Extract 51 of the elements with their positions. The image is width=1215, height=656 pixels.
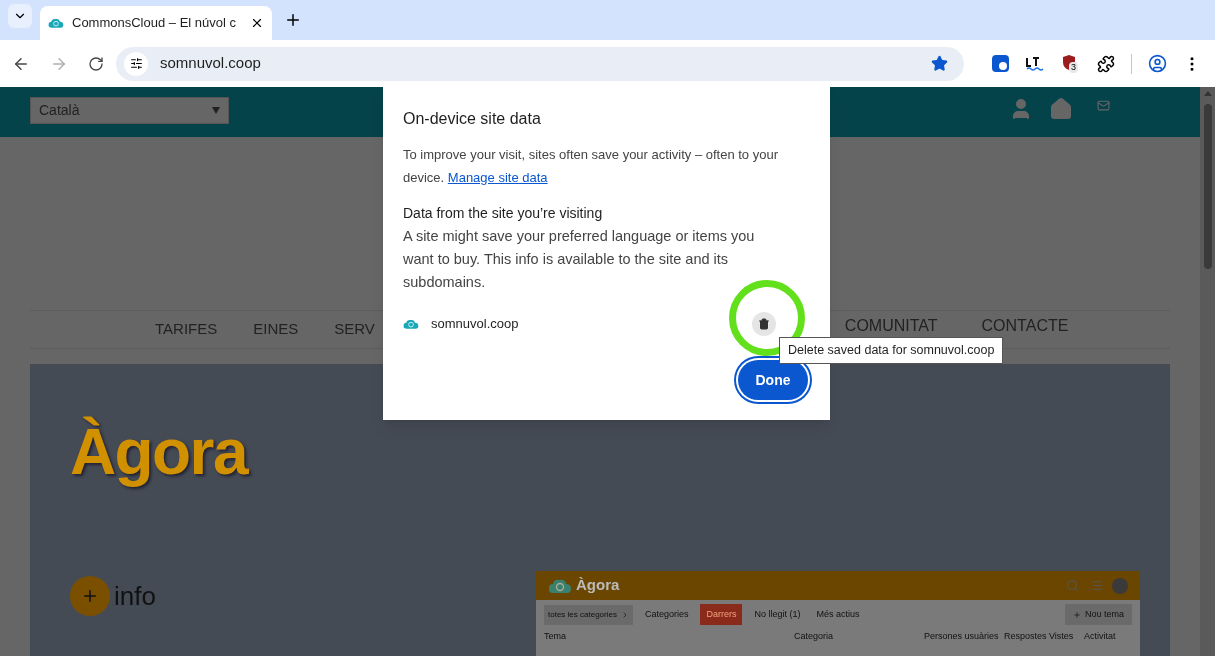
reload-icon[interactable] <box>88 55 104 72</box>
site-favicon <box>48 17 64 29</box>
dialog-title: On-device site data <box>403 109 542 129</box>
manage-site-data-link[interactable]: Manage site data <box>447 170 548 185</box>
category-filter[interactable]: totes les categories <box>544 604 633 625</box>
url-text: somnuvol.coop <box>160 53 262 74</box>
section-text: A site might save your preferred language or items you want to buy. This info is available to the site and its subdomains. <box>403 227 756 292</box>
tab-title: CommonsCloud – El núvol c <box>72 14 238 33</box>
site-name: somnuvol.coop <box>431 315 520 334</box>
scrollbar[interactable] <box>1200 87 1215 656</box>
nav-link[interactable]: TARIFES <box>155 318 218 341</box>
bookmark-star-icon[interactable] <box>931 55 948 72</box>
column-header: Vistes <box>1049 630 1075 644</box>
column-header: Categoria <box>794 630 835 644</box>
extension-icon[interactable] <box>1025 55 1045 72</box>
info-link[interactable]: info <box>114 576 156 616</box>
plus-icon <box>81 587 99 605</box>
trash-icon <box>758 318 770 330</box>
browser-tab[interactable]: CommonsCloud – El núvol c <box>40 6 272 40</box>
nav-link[interactable]: COMUNITAT <box>844 313 938 338</box>
forum-tab[interactable]: Categories <box>640 603 693 626</box>
language-select[interactable]: Català <box>30 97 229 124</box>
tooltip: Delete saved data for somnuvol.coop <box>779 337 1004 364</box>
column-header: Respostes <box>1004 630 1048 644</box>
new-topic-button[interactable]: Nou tema <box>1064 603 1132 626</box>
nav-link[interactable]: SERV <box>334 318 375 341</box>
column-header: Activitat <box>1084 630 1114 644</box>
extension-badge: 3 <box>1069 61 1078 73</box>
tab-list-button[interactable] <box>8 4 32 28</box>
forum-tab[interactable]: Darrers <box>700 603 743 626</box>
column-header: Tema <box>544 630 567 644</box>
forum-tab[interactable]: No llegit (1) <box>750 603 805 626</box>
column-header: Persones usuàries <box>924 630 1000 644</box>
close-icon[interactable] <box>250 16 264 30</box>
new-tab-icon[interactable] <box>284 11 302 29</box>
nav-link[interactable]: EINES <box>253 318 299 341</box>
nav-link[interactable]: CONTACTE <box>981 313 1069 338</box>
section-title: Data from the site you’re visiting <box>403 204 604 223</box>
dropdown-arrow-icon <box>212 107 220 114</box>
plus-icon <box>1072 610 1081 619</box>
forum-tab[interactable]: Més actius <box>812 603 864 626</box>
profile-icon[interactable] <box>1148 54 1167 73</box>
extensions-icon[interactable] <box>1097 54 1115 73</box>
extension-icon[interactable] <box>992 55 1009 72</box>
site-info-icon[interactable] <box>129 57 143 70</box>
logo-icon <box>548 577 572 594</box>
address-bar[interactable]: somnuvol.coop <box>116 46 964 81</box>
delete-button[interactable] <box>752 312 776 336</box>
dialog-intro: To improve your visit, sites often save your activity – often to your device. Manage site data <box>403 146 779 187</box>
forum-title: Àgora <box>576 575 620 596</box>
site-favicon <box>403 318 419 330</box>
